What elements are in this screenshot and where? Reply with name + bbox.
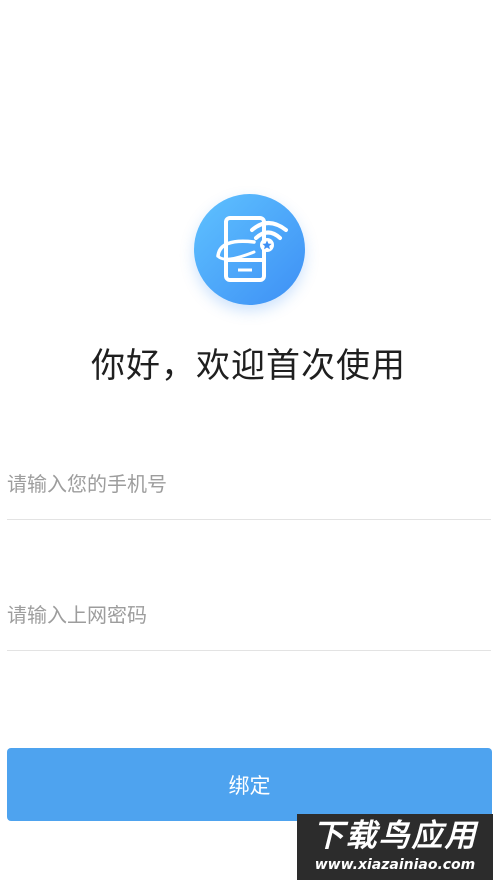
bind-button[interactable]: 绑定: [7, 748, 492, 821]
phone-wifi-icon: [216, 216, 288, 282]
watermark-logo: 下载鸟应用 www.xiazainiao.com: [297, 814, 493, 880]
password-input[interactable]: [7, 600, 491, 630]
password-field[interactable]: [7, 590, 491, 651]
watermark-title: 下载鸟应用: [312, 818, 478, 854]
login-page: 你好，欢迎首次使用 绑定 下载鸟应用 www.xiazainiao.com: [0, 0, 497, 883]
phone-field[interactable]: [7, 459, 491, 520]
welcome-title: 你好，欢迎首次使用: [91, 346, 406, 386]
watermark-url: www.xiazainiao.com: [314, 857, 476, 873]
app-logo: [194, 194, 305, 305]
phone-input[interactable]: [7, 469, 491, 499]
